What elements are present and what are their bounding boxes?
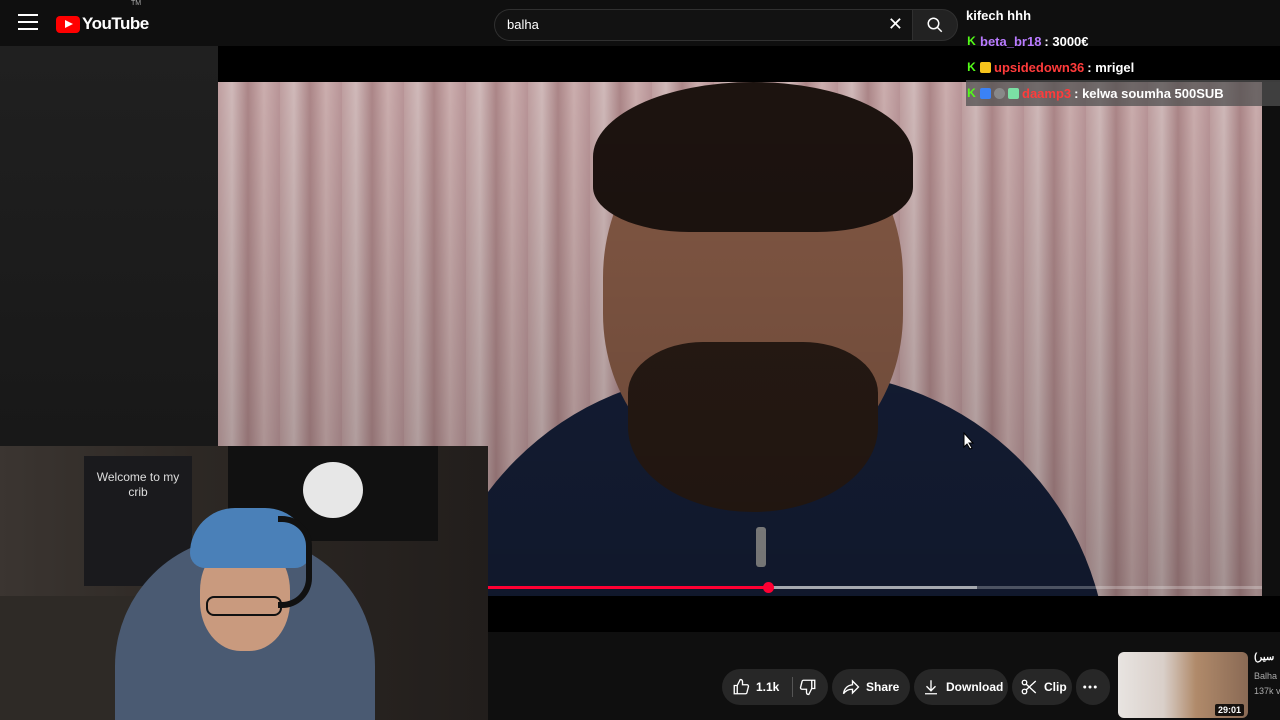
chat-message: Kdaamp3: kelwa soumha 500SUB [966, 80, 1280, 106]
recommended-video-title[interactable]: (سير [1254, 652, 1280, 663]
chat-text: : kelwa soumha 500SUB [1074, 85, 1224, 101]
like-button[interactable]: 1.1k [732, 669, 779, 705]
mouse-cursor-icon [963, 432, 975, 450]
chat-username[interactable]: upsidedown36 [994, 60, 1084, 75]
share-icon [842, 679, 860, 695]
video-letterbox-bottom [488, 596, 1280, 632]
grid-icon [1008, 87, 1019, 99]
chat-text: kifech hhh [966, 7, 1032, 23]
youtube-play-icon [56, 15, 80, 33]
recommended-video-thumbnail[interactable]: 29:01 [1118, 652, 1248, 718]
logo-tm: TM [131, 0, 142, 7]
poster-text: Welcome to my crib [96, 470, 180, 499]
chat-username[interactable]: beta_br18 [980, 34, 1041, 49]
menu-icon[interactable] [18, 14, 38, 32]
like-divider [792, 677, 793, 697]
like-count: 1.1k [756, 680, 780, 694]
eye-icon [994, 87, 1005, 99]
progress-played [488, 586, 769, 589]
clip-button[interactable]: Clip [1012, 669, 1072, 705]
youtube-logo[interactable]: YouTube [56, 14, 149, 34]
skull-icon [303, 462, 363, 518]
crown-icon [980, 61, 991, 73]
thumbs-down-icon [799, 679, 816, 696]
search-button[interactable] [912, 9, 958, 41]
video-duration: 29:01 [1214, 704, 1244, 716]
search-icon [927, 17, 943, 33]
scissors-icon [1021, 679, 1037, 695]
clip-label: Clip [1044, 680, 1067, 694]
action-bar: 1.1k Share Download Clip [0, 669, 1280, 705]
chat-message: Kbeta_br18: 3000€ [966, 28, 1280, 54]
clear-icon[interactable]: ✕ [888, 14, 903, 35]
search-input[interactable]: balha ✕ [494, 9, 913, 41]
kick-icon: K [967, 85, 976, 100]
headset-icon [278, 516, 312, 608]
recommended-video-channel[interactable]: Balha [1254, 671, 1280, 681]
kick-icon: K [967, 33, 976, 48]
chat-text: : 3000€ [1044, 33, 1089, 49]
download-label: Download [946, 680, 1004, 694]
recommended-video-views: 137k v [1254, 686, 1280, 696]
download-icon [925, 680, 937, 695]
more-horizontal-icon [1083, 685, 1097, 689]
chat-message: Kupsidedown36: mrigel [966, 54, 1280, 80]
kick-icon: K [967, 59, 976, 74]
chat-overlay: kifech hhh Kbeta_br18: 3000€ Kupsidedown36… [966, 2, 1280, 106]
sub-icon [980, 87, 991, 99]
chat-username[interactable]: daamp3 [1022, 86, 1071, 101]
more-actions-button[interactable] [1076, 669, 1110, 705]
logo-text: YouTube [82, 14, 149, 33]
chat-text: : mrigel [1087, 59, 1135, 75]
chat-message: kifech hhh [966, 2, 1280, 28]
thumbs-up-icon [733, 678, 750, 695]
left-background [0, 46, 218, 446]
search-query[interactable]: balha [507, 17, 539, 32]
share-label: Share [866, 680, 900, 694]
progress-bar[interactable] [488, 582, 1262, 593]
download-button[interactable]: Download [914, 669, 1008, 705]
share-button[interactable]: Share [832, 669, 910, 705]
like-dislike-group: 1.1k [722, 669, 828, 705]
glasses [206, 596, 282, 616]
dislike-button[interactable] [796, 669, 826, 705]
